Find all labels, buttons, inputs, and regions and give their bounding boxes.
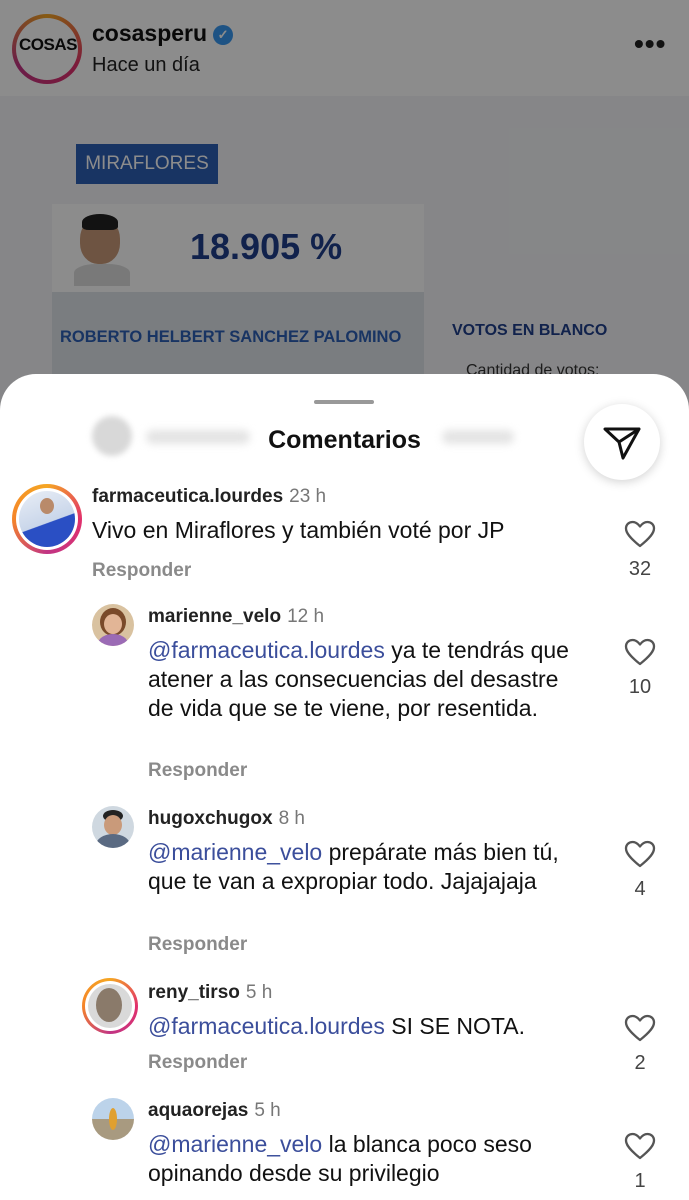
comment-time: 12 h [287,606,325,627]
comment-text: @farmaceutica.lourdes SI SE NOTA. [148,1012,608,1041]
comment-body: Vivo en Miraflores y también voté por JP [92,517,505,543]
avatar[interactable] [92,604,134,646]
username-text[interactable]: hugoxchugox [148,808,273,829]
reply-button[interactable]: Responder [92,560,191,582]
like-button[interactable]: 10 [620,638,660,699]
like-count: 10 [628,676,652,698]
like-button[interactable]: 1 [620,1132,660,1193]
comment-item: farmaceutica.lourdes 23 h Vivo en Miraflo… [0,480,689,590]
comment-username[interactable]: aquaorejas 5 h [148,1100,281,1122]
heart-icon [624,1132,656,1160]
like-count: 1 [634,1170,646,1192]
like-count: 2 [634,1052,646,1074]
mention-link[interactable]: @farmaceutica.lourdes [148,1013,385,1039]
mention-link[interactable]: @farmaceutica.lourdes [148,637,385,663]
mention-link[interactable]: @marienne_velo [148,839,322,865]
comment-time: 5 h [254,1100,281,1121]
comment-time: 5 h [245,982,273,1003]
like-count: 32 [628,558,652,580]
heart-icon [624,638,656,666]
heart-icon [624,1014,656,1042]
comment-item: marienne_velo 12 h @farmaceutica.lourdes … [0,602,689,786]
comment-username[interactable]: reny_tirso 5 h [148,982,272,1004]
like-button[interactable]: 4 [620,840,660,901]
comments-sheet: Comentarios farmaceutica.lourdes 23 h Viv… [0,374,689,1200]
comment-time: 8 h [278,808,305,829]
share-button[interactable] [584,404,660,480]
dim-overlay[interactable] [0,0,689,420]
like-count: 4 [634,878,646,900]
username-text[interactable]: aquaorejas [148,1100,248,1121]
paper-plane-icon [603,427,641,460]
avatar[interactable] [92,806,134,848]
username-text[interactable]: marienne_velo [148,606,281,627]
reply-button[interactable]: Responder [148,760,247,782]
avatar[interactable] [92,1098,134,1140]
reply-button[interactable]: Responder [148,1052,247,1074]
comment-text: @marienne_velo prepárate más bien tú, qu… [148,838,588,896]
comment-username[interactable]: marienne_velo 12 h [148,606,324,628]
comment-item: reny_tirso 5 h @farmaceutica.lourdes SI S… [0,978,689,1078]
post-background: COSAS cosasperu ✓ Hace un día ••• MIRAFLO… [0,0,689,420]
username-text[interactable]: farmaceutica.lourdes [92,486,283,507]
comment-username[interactable]: farmaceutica.lourdes 23 h [92,486,326,508]
comment-time: 23 h [289,486,327,507]
avatar[interactable] [12,484,82,554]
username-text[interactable]: reny_tirso [148,982,240,1003]
like-button[interactable]: 2 [620,1014,660,1075]
comment-text: Vivo en Miraflores y también voté por JP [92,516,612,545]
comment-item: aquaorejas 5 h @marienne_velo la blanca p… [0,1096,689,1200]
mention-link[interactable]: @marienne_velo [148,1131,322,1157]
comment-body: SI SE NOTA. [384,1013,525,1039]
comment-text: @farmaceutica.lourdes ya te tendrás que … [148,636,588,723]
heart-icon [624,840,656,868]
drag-handle[interactable] [314,400,374,404]
comment-text: @marienne_velo la blanca poco seso opina… [148,1130,588,1188]
comment-username[interactable]: hugoxchugox 8 h [148,808,305,830]
reply-button[interactable]: Responder [148,934,247,956]
comment-item: hugoxchugox 8 h @marienne_velo prepárate … [0,804,689,964]
avatar[interactable] [82,978,138,1034]
heart-icon [624,520,656,548]
like-button[interactable]: 32 [620,520,660,581]
